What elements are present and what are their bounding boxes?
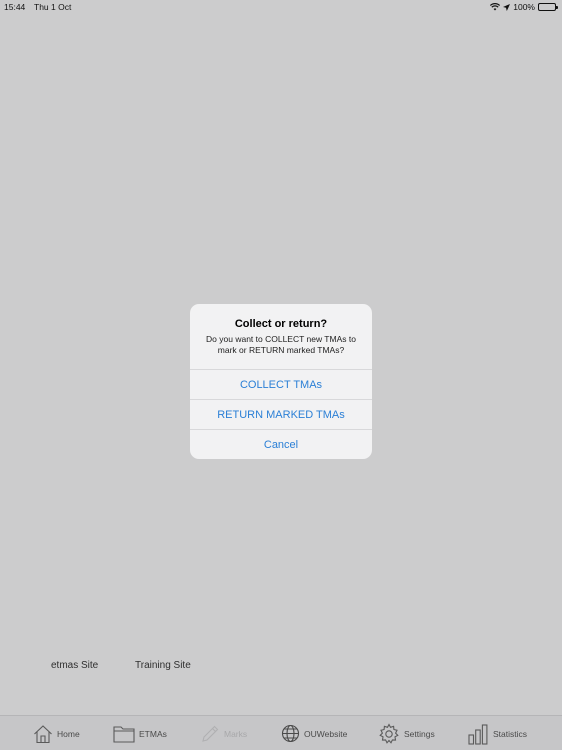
training-site-link[interactable]: Training Site [135,660,191,671]
collect-tmas-button[interactable]: COLLECT TMAs [190,369,372,399]
tab-statistics-label: Statistics [493,728,528,739]
folder-icon [113,725,135,743]
wifi-icon [490,3,501,11]
status-indicators: 100% [490,2,558,12]
cancel-button[interactable]: Cancel [190,429,372,459]
alert-message: Do you want to COLLECT new TMAs to mark … [206,334,356,355]
tab-marks-label: Marks [224,728,248,739]
pencil-icon [200,724,220,744]
return-marked-tmas-button[interactable]: RETURN MARKED TMAs [190,399,372,429]
alert-title: Collect or return? [234,318,328,330]
home-icon [33,724,53,744]
collect-or-return-alert: Collect or return? Do you want to COLLEC… [190,304,372,459]
tab-bar: Home ETMAs Marks OUWebsite Settings Stat [0,715,562,750]
etmas-site-link[interactable]: etmas Site [51,660,98,671]
battery-icon [538,3,558,11]
status-time: 15:44 [4,2,26,12]
bar-chart-icon [467,723,489,745]
globe-icon [281,724,300,743]
tab-marks[interactable]: Marks [200,716,247,750]
tab-settings-label: Settings [404,728,435,739]
tab-statistics[interactable]: Statistics [467,716,527,750]
tab-settings[interactable]: Settings [378,716,435,750]
location-arrow-icon [503,3,511,11]
status-date: Thu 1 Oct [34,2,72,12]
tab-home[interactable]: Home [33,716,80,750]
tab-ouwebsite[interactable]: OUWebsite [281,716,347,750]
status-bar: 15:44 Thu 1 Oct 100% [0,0,562,14]
tab-etmas[interactable]: ETMAs [113,716,167,750]
tab-home-label: Home [57,728,80,739]
battery-percent: 100% [513,2,535,12]
gear-icon [378,722,400,745]
tab-ouwebsite-label: OUWebsite [304,728,348,739]
tab-etmas-label: ETMAs [139,728,167,739]
